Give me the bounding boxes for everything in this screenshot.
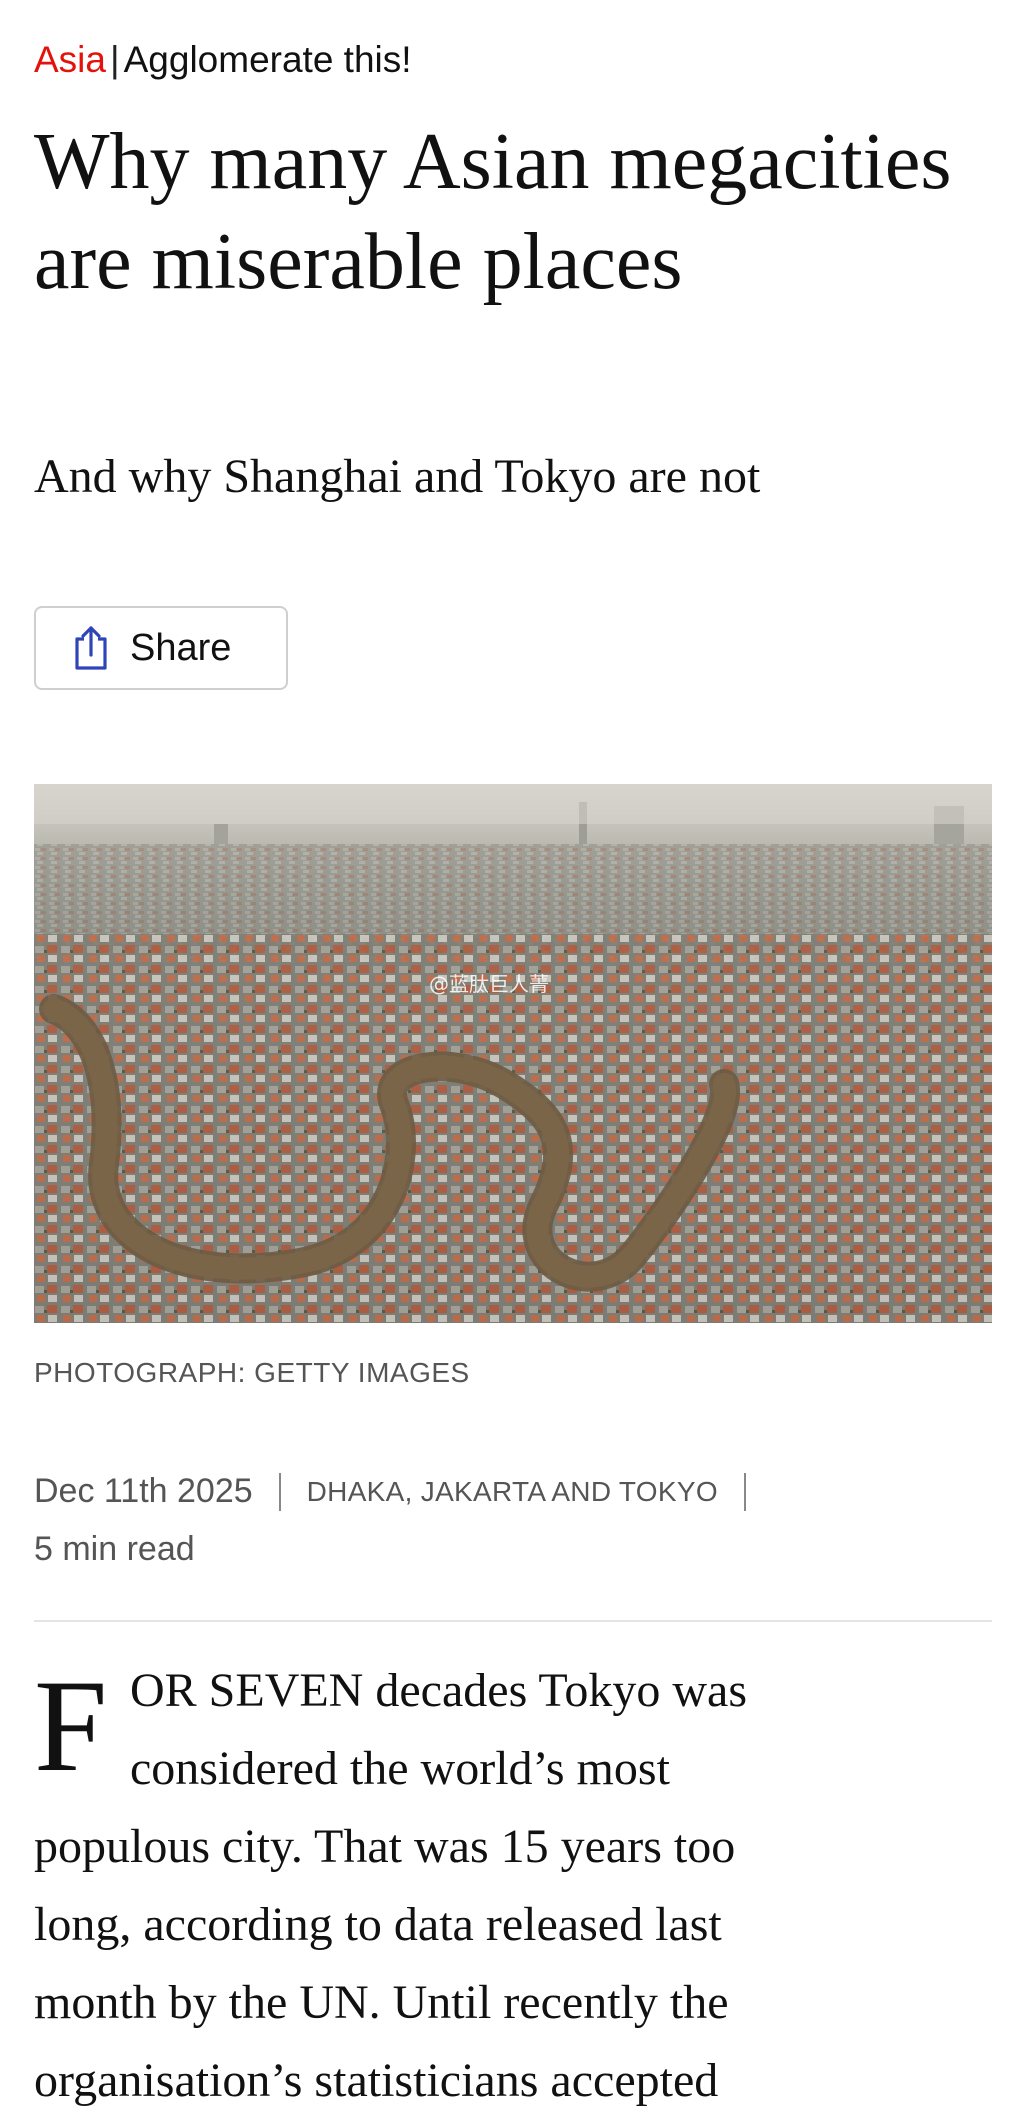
rubric: Asia | Agglomerate this! xyxy=(34,36,412,84)
article: Asia | Agglomerate this! Why many Asian me… xyxy=(34,0,992,2113)
fly-title: Agglomerate this! xyxy=(123,39,412,80)
article-meta: Dec 11th 2025 DHAKA, JAKARTA AND TOKYO xyxy=(34,1472,772,1511)
photo-credit: PHOTOGRAPH: GETTY IMAGES xyxy=(34,1357,470,1388)
divider xyxy=(34,1620,992,1622)
share-icon xyxy=(72,625,110,671)
body-line: month by the UN. Until recently the xyxy=(34,1976,729,2029)
dateline: DHAKA, JAKARTA AND TOKYO xyxy=(306,1475,718,1507)
meta-separator xyxy=(278,1472,281,1511)
drop-cap: F xyxy=(34,1652,108,1799)
watermark: @蓝肽巨人菁 xyxy=(429,972,549,996)
section-link[interactable]: Asia xyxy=(34,39,106,80)
body-line: considered the world’s most xyxy=(130,1742,670,1795)
publish-date: Dec 11th 2025 xyxy=(34,1472,253,1510)
standfirst: And why Shanghai and Tokyo are not xyxy=(34,450,761,503)
share-button[interactable]: Share xyxy=(34,606,288,690)
meta-separator xyxy=(743,1472,746,1511)
rubric-divider: | xyxy=(109,39,120,80)
headline: Why many Asian megacities are miserable … xyxy=(34,118,952,306)
body-line: populous city. That was 15 years too xyxy=(34,1820,736,1873)
body-line: OR SEVEN decades Tokyo was xyxy=(130,1664,747,1717)
body-line: organisation’s statisticians accepted xyxy=(34,2054,719,2107)
read-time: 5 min read xyxy=(34,1530,195,1568)
body-line: long, according to data released last xyxy=(34,1898,722,1951)
article-photo: @蓝肽巨人菁 xyxy=(34,784,992,1323)
share-label: Share xyxy=(130,626,232,669)
